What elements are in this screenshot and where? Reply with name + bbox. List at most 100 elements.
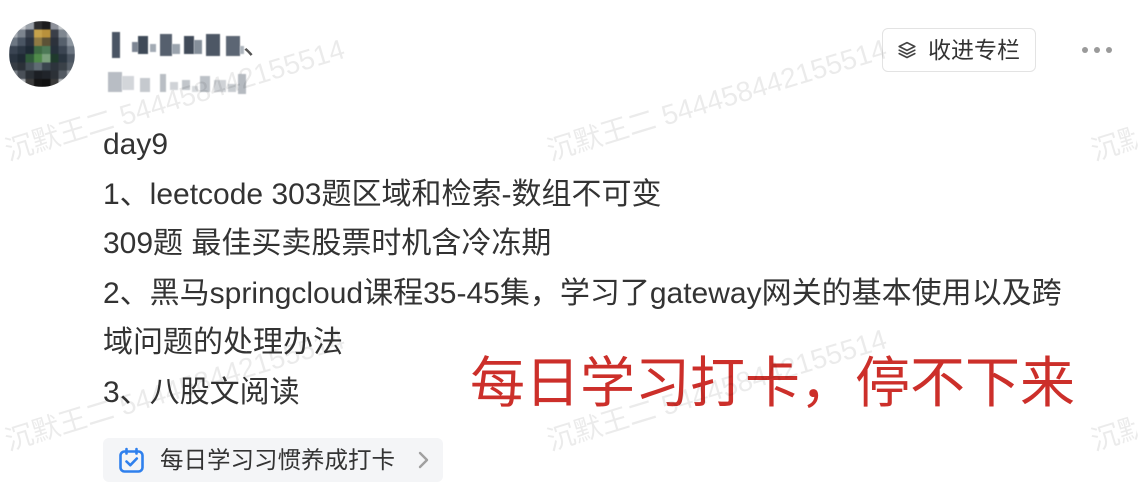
avatar-pixel: [66, 54, 75, 63]
avatar-pixel: [17, 78, 26, 87]
avatar-pixel: [58, 78, 67, 87]
avatar-pixel: [50, 70, 59, 79]
avatar-pixel: [9, 29, 18, 38]
avatar-pixel: [66, 21, 75, 30]
avatar-pixel: [66, 29, 75, 38]
avatar-pixel: [58, 70, 67, 79]
post-line: 309题 最佳买卖股票时机含冷冻期: [103, 227, 552, 261]
author-name-redacted[interactable]: 、: [108, 28, 272, 62]
avatar-pixel: [33, 62, 42, 71]
redacted-block: [160, 74, 166, 92]
add-to-column-button[interactable]: 收进专栏: [882, 28, 1036, 72]
redacted-block: [206, 34, 220, 56]
more-dot: [1094, 47, 1100, 53]
avatar-pixel: [42, 37, 51, 46]
redacted-block: [150, 44, 156, 52]
avatar-pixel: [25, 70, 34, 79]
avatar-pixel: [9, 37, 18, 46]
avatar-pixel: [42, 54, 51, 63]
avatar-pixel: [58, 29, 67, 38]
avatar-pixel: [42, 62, 51, 71]
post-line: day9: [103, 128, 169, 161]
avatar-pixel: [33, 21, 42, 30]
calendar-check-icon: [119, 447, 144, 473]
avatar-pixel: [17, 70, 26, 79]
redacted-block: [140, 78, 150, 92]
overlay-caption: 每日学习打卡，停不下来: [470, 352, 1076, 414]
avatar-pixel: [17, 45, 26, 54]
avatar-pixel: [17, 21, 26, 30]
avatar-pixel: [33, 45, 42, 54]
avatar-pixel: [9, 70, 18, 79]
topic-tag-label: 每日学习习惯养成打卡: [160, 447, 395, 473]
avatar-pixel: [17, 62, 26, 71]
more-dot: [1106, 47, 1112, 53]
avatar-pixel: [25, 54, 34, 63]
author-name-suffix: 、: [243, 29, 272, 60]
avatar-pixel: [25, 78, 34, 87]
avatar-pixel: [17, 29, 26, 38]
avatar-pixel: [66, 78, 75, 87]
avatar-pixel: [33, 37, 42, 46]
avatar-pixel: [50, 45, 59, 54]
avatar-pixel: [58, 62, 67, 71]
avatar-image: [9, 21, 75, 87]
avatar-pixel: [50, 37, 59, 46]
avatar-pixel: [42, 70, 51, 79]
redacted-block: [226, 36, 240, 56]
avatar-pixel: [50, 62, 59, 71]
avatar-pixel: [50, 78, 59, 87]
avatar-pixel: [58, 37, 67, 46]
redacted-block: [138, 36, 148, 54]
more-icon[interactable]: [1080, 38, 1114, 62]
avatar-pixel: [33, 70, 42, 79]
avatar-pixel: [50, 54, 59, 63]
avatar-pixel: [17, 37, 26, 46]
chevron-right-icon: [418, 451, 429, 469]
avatar-pixel: [33, 78, 42, 87]
stack-icon: [898, 41, 916, 59]
avatar-pixel: [25, 45, 34, 54]
avatar-pixel: [50, 29, 59, 38]
post-line: 1、leetcode 303题区域和检索-数组不可变: [103, 177, 662, 211]
redacted-block: [182, 80, 190, 90]
avatar-pixel: [66, 70, 75, 79]
avatar-pixel: [42, 78, 51, 87]
avatar-pixel: [42, 45, 51, 54]
avatar-pixel: [9, 21, 18, 30]
avatar-pixel: [50, 21, 59, 30]
redacted-block: [108, 72, 122, 92]
avatar-pixel: [17, 54, 26, 63]
avatar-pixel: [66, 45, 75, 54]
avatar-pixel: [9, 62, 18, 71]
redacted-block: [160, 34, 172, 56]
redacted-block: [214, 80, 226, 92]
avatar-pixel: [58, 21, 67, 30]
redacted-block: [184, 36, 194, 54]
avatar-pixel: [33, 29, 42, 38]
watermark-text: 沉默王二 544458442155514: [1087, 413, 1140, 457]
author-meta-redacted: [104, 68, 250, 98]
avatar-pixel: [25, 29, 34, 38]
redacted-block: [112, 32, 120, 58]
avatar-pixel: [9, 45, 18, 54]
add-to-column-label: 收进专栏: [928, 37, 1020, 63]
avatar-pixel: [25, 62, 34, 71]
redacted-block: [122, 76, 134, 90]
watermark-text: 沉默王二 544458442155514: [1087, 123, 1140, 167]
avatar-pixel: [42, 21, 51, 30]
avatar-pixel: [25, 21, 34, 30]
avatar-pixel: [58, 54, 67, 63]
avatar-pixel: [42, 29, 51, 38]
avatar-pixel: [9, 54, 18, 63]
redacted-block: [194, 40, 202, 54]
avatar-pixel: [25, 37, 34, 46]
redacted-block: [192, 86, 198, 92]
redacted-block: [238, 74, 246, 94]
avatar-pixel: [58, 45, 67, 54]
avatar[interactable]: [9, 21, 75, 87]
redacted-block: [228, 84, 236, 92]
redacted-block: [200, 76, 210, 92]
topic-tag[interactable]: 每日学习习惯养成打卡: [103, 438, 443, 482]
avatar-pixel: [66, 62, 75, 71]
